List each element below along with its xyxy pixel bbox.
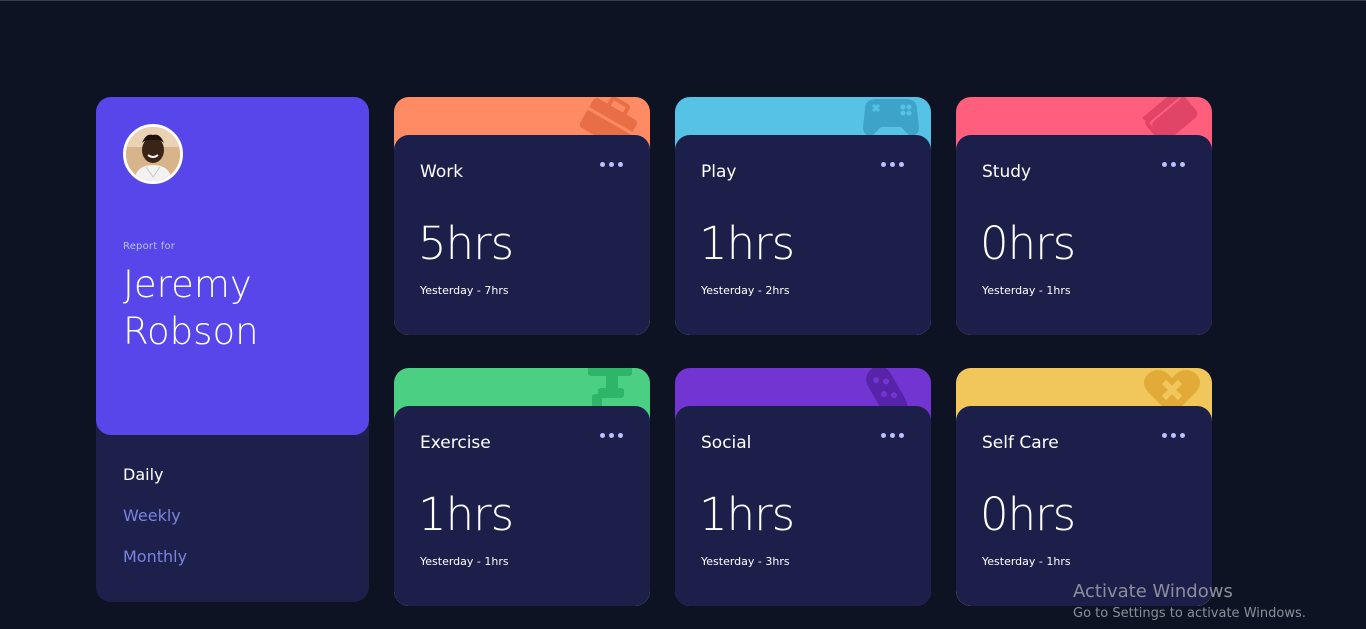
activity-card-social: Social 1hrs Yesterday - 3hrs [675,368,931,606]
activity-title: Play [701,162,737,182]
activity-card-body: Self Care 0hrs Yesterday - 1hrs [956,406,1212,606]
activity-card-work: Work 5hrs Yesterday - 7hrs [394,97,650,335]
activity-card-study: Study 0hrs Yesterday - 1hrs [956,97,1212,335]
activity-previous: Yesterday - 7hrs [420,284,509,297]
ellipsis-icon[interactable] [1162,159,1186,171]
activity-hours: 0hrs [980,217,1076,270]
ellipsis-icon[interactable] [881,430,905,442]
activity-previous: Yesterday - 1hrs [982,284,1071,297]
activity-hours: 0hrs [980,488,1076,541]
profile-header: Report for Jeremy Robson [96,97,369,435]
activity-card-body: Play 1hrs Yesterday - 2hrs [675,135,931,335]
ellipsis-icon[interactable] [1162,430,1186,442]
activity-title: Study [982,162,1032,182]
activity-card-play: Play 1hrs Yesterday - 2hrs [675,97,931,335]
top-divider [0,0,1366,1]
activity-previous: Yesterday - 2hrs [701,284,790,297]
activity-title: Self Care [982,433,1059,453]
activity-hours: 5hrs [418,217,514,270]
activity-title: Exercise [420,433,491,453]
windows-activation-title: Activate Windows [1073,581,1233,602]
avatar [123,124,183,184]
activity-previous: Yesterday - 3hrs [701,555,790,568]
activity-hours: 1hrs [699,488,795,541]
profile-card: Report for Jeremy Robson Daily Weekly Mo… [96,97,369,602]
activity-card-body: Exercise 1hrs Yesterday - 1hrs [394,406,650,606]
activity-hours: 1hrs [699,217,795,270]
period-daily[interactable]: Daily [123,465,163,484]
ellipsis-icon[interactable] [600,159,624,171]
activity-title: Work [420,162,464,182]
activity-previous: Yesterday - 1hrs [420,555,509,568]
avatar-image [126,127,180,181]
activity-title: Social [701,433,752,453]
period-weekly[interactable]: Weekly [123,506,181,525]
period-monthly[interactable]: Monthly [123,547,187,566]
report-for-label: Report for [123,241,176,252]
activity-previous: Yesterday - 1hrs [982,555,1071,568]
activity-card-self-care: Self Care 0hrs Yesterday - 1hrs [956,368,1212,606]
activity-card-exercise: Exercise 1hrs Yesterday - 1hrs [394,368,650,606]
ellipsis-icon[interactable] [881,159,905,171]
activity-card-body: Study 0hrs Yesterday - 1hrs [956,135,1212,335]
activity-hours: 1hrs [418,488,514,541]
ellipsis-icon[interactable] [600,430,624,442]
activity-card-body: Social 1hrs Yesterday - 3hrs [675,406,931,606]
activity-card-body: Work 5hrs Yesterday - 7hrs [394,135,650,335]
user-name: Jeremy Robson [123,263,259,353]
windows-activation-subtitle: Go to Settings to activate Windows. [1073,606,1306,621]
